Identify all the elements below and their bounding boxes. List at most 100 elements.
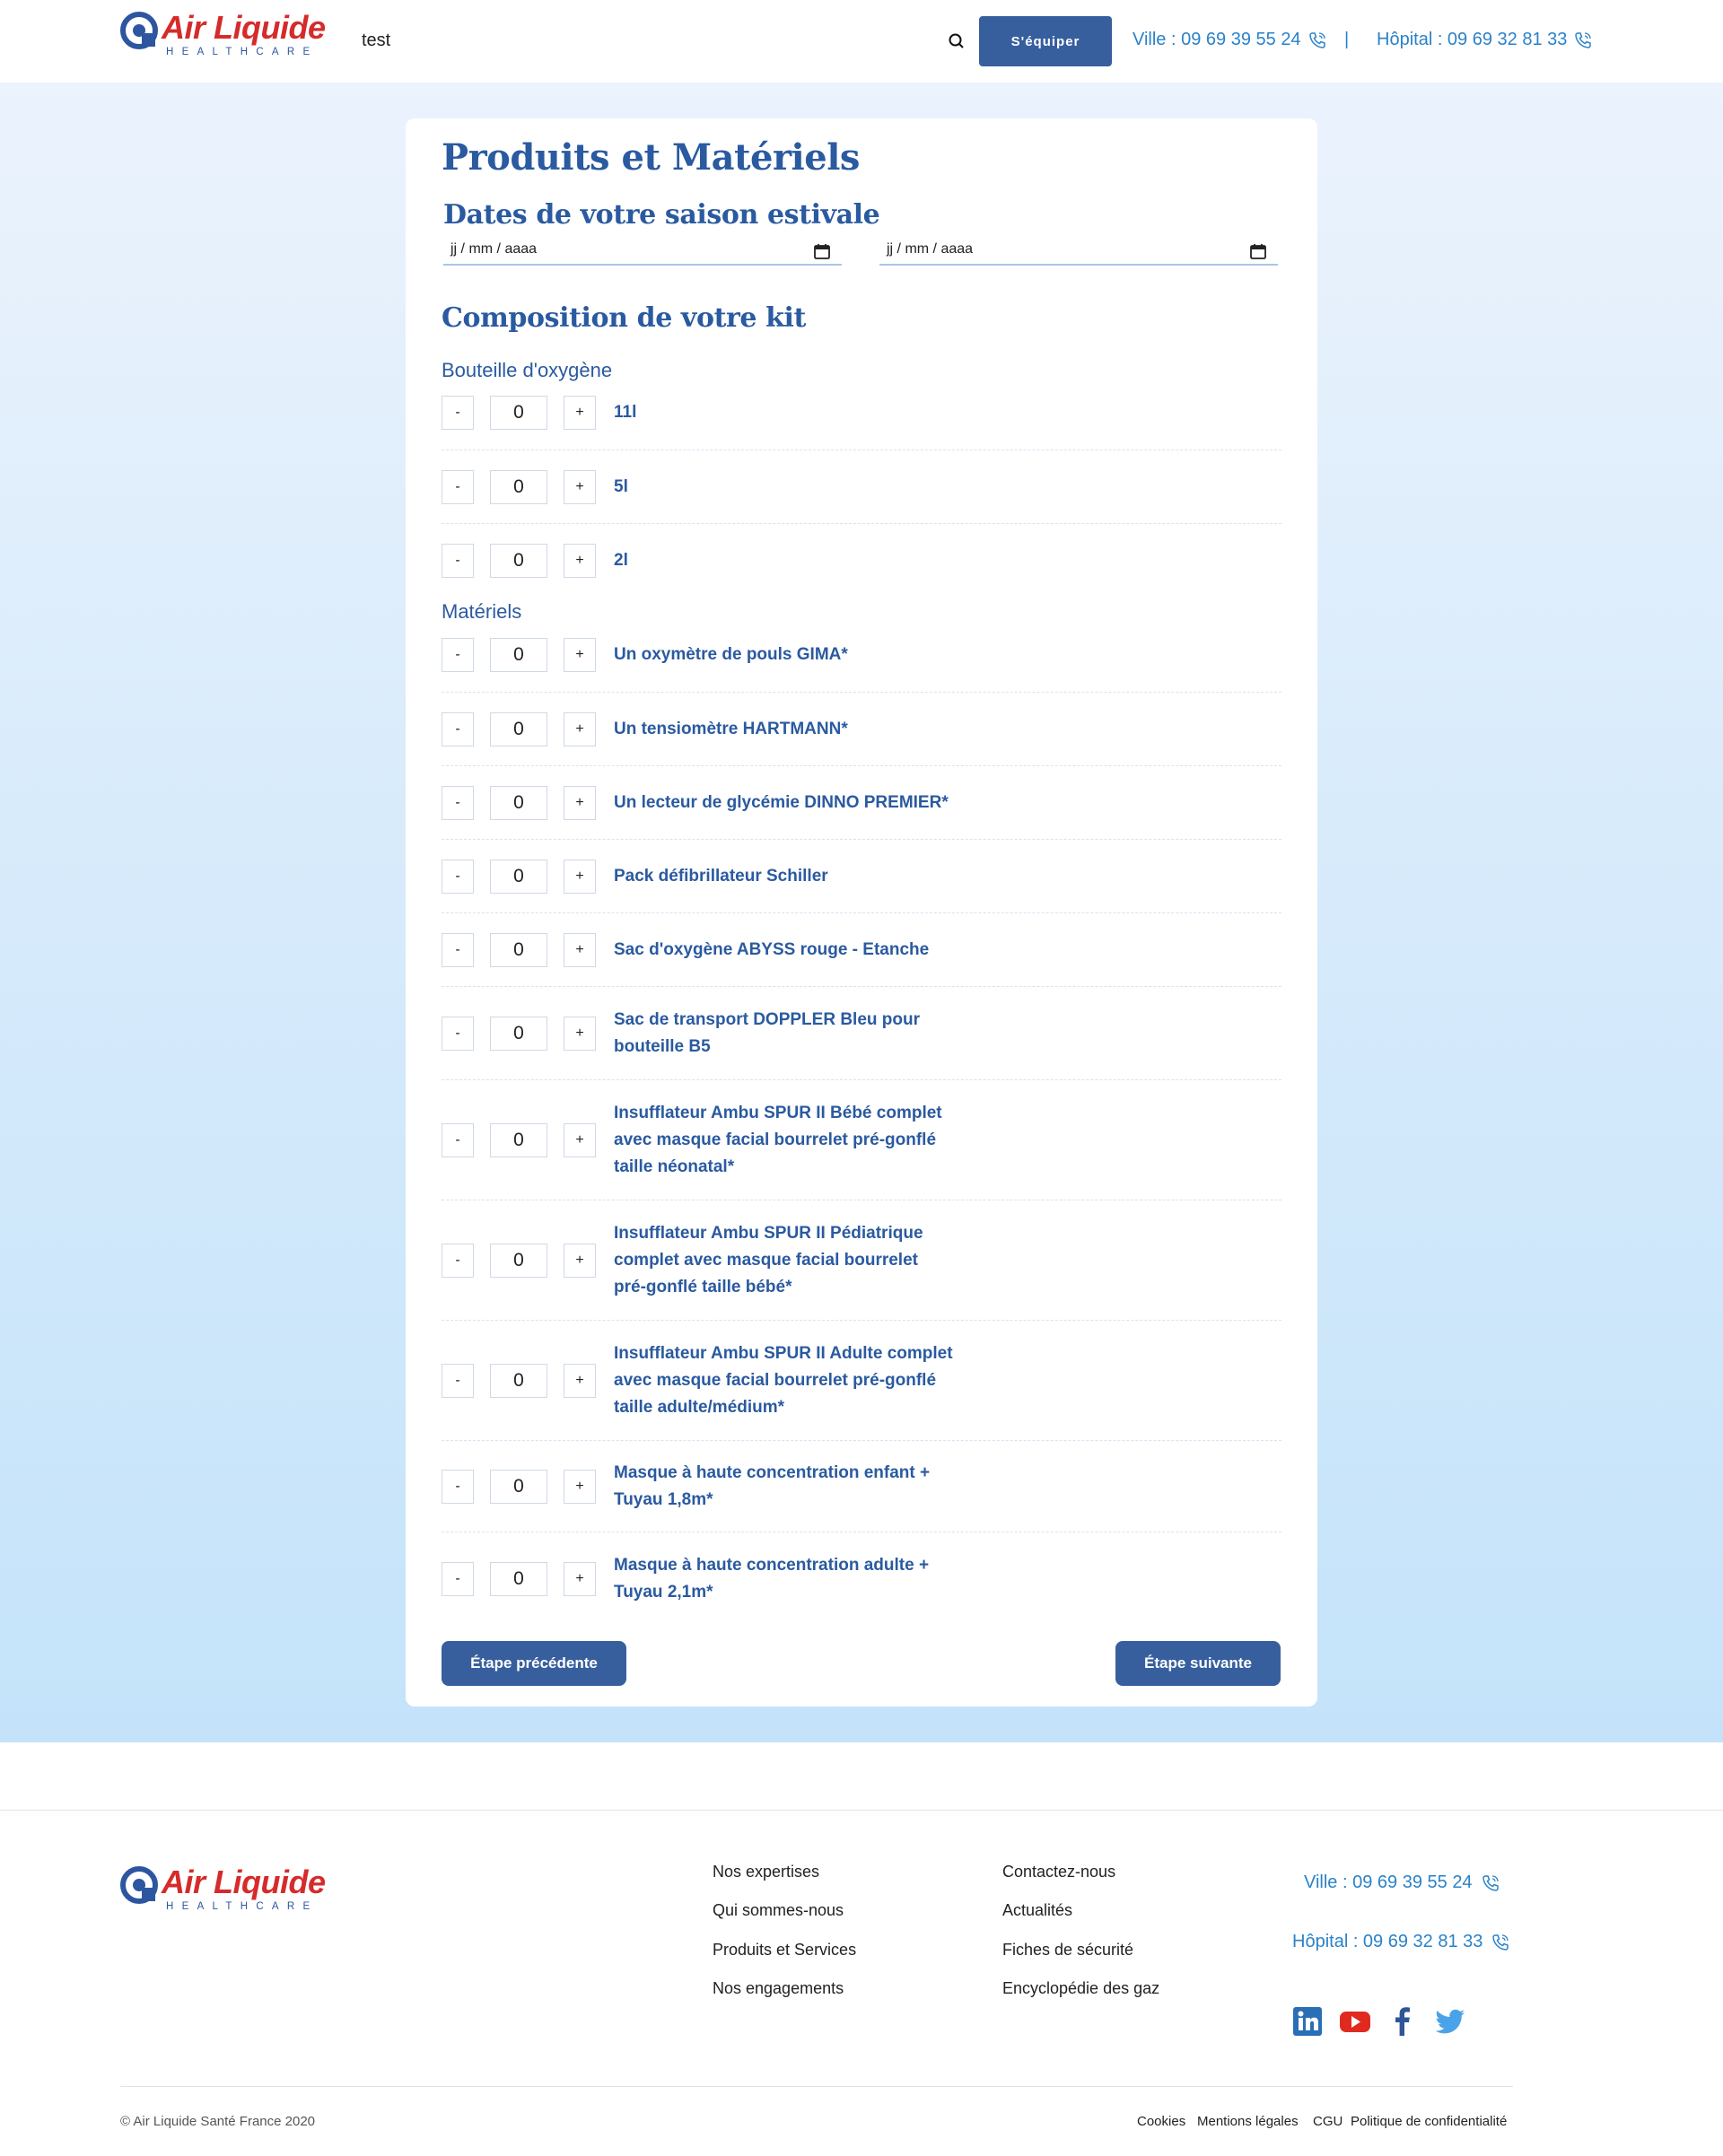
product-row: - 0 + 11l: [442, 375, 1281, 450]
product-label: Sac de transport DOPPLER Bleu pour boute…: [614, 1009, 920, 1056]
decrement-button[interactable]: -: [442, 711, 474, 746]
footer-phone-hopital[interactable]: Hôpital : 09 69 32 81 33: [1292, 1932, 1509, 1952]
next-step-button[interactable]: Étape suivante: [1115, 1641, 1281, 1686]
quantity-input[interactable]: 0: [490, 932, 547, 967]
page-title: Produits et Matériels: [442, 136, 860, 179]
product-label: Pack défibrillateur Schiller: [614, 866, 828, 886]
increment-button[interactable]: +: [564, 1469, 596, 1504]
quantity-input[interactable]: 0: [490, 711, 547, 746]
product-row: - 0 + Insufflateur Ambu SPUR II Pédiatri…: [442, 1200, 1281, 1321]
legal-link-cgu[interactable]: CGU: [1313, 2114, 1343, 2129]
equip-button[interactable]: S'équiper: [979, 16, 1112, 66]
phone-ville-text: Ville : 09 69 39 55 24: [1133, 30, 1301, 49]
product-label: 5l: [614, 476, 628, 496]
logo-subtitle: HEALTHCARE: [166, 47, 319, 57]
legal-link-mentions[interactable]: Mentions légales: [1197, 2114, 1299, 2129]
air-liquide-logo[interactable]: Air Liquide HEALTHCARE: [120, 12, 326, 57]
footer-phone-ville-text: Ville : 09 69 39 55 24: [1304, 1872, 1473, 1892]
quantity-input[interactable]: 0: [490, 1243, 547, 1278]
increment-button[interactable]: +: [564, 544, 596, 578]
increment-button[interactable]: +: [564, 1562, 596, 1596]
increment-button[interactable]: +: [564, 1363, 596, 1398]
increment-button[interactable]: +: [564, 785, 596, 820]
decrement-button[interactable]: -: [442, 1016, 474, 1051]
increment-button[interactable]: +: [564, 1243, 596, 1278]
increment-button[interactable]: +: [564, 1016, 596, 1051]
footer-link-news[interactable]: Actualités: [1002, 1901, 1072, 1920]
decrement-button[interactable]: -: [442, 544, 474, 578]
logo-subtitle: HEALTHCARE: [166, 1901, 319, 1912]
increment-button[interactable]: +: [564, 1122, 596, 1157]
twitter-icon[interactable]: [1434, 2005, 1466, 2038]
increment-button[interactable]: +: [564, 932, 596, 967]
phone-icon: [1482, 1874, 1499, 1891]
copyright-text: © Air Liquide Santé France 2020: [120, 2114, 316, 2129]
calendar-icon[interactable]: [1249, 242, 1267, 260]
quantity-input[interactable]: 0: [490, 1363, 547, 1398]
footer-phone-ville[interactable]: Ville : 09 69 39 55 24: [1304, 1872, 1500, 1893]
logo-name: Air Liquide: [162, 9, 326, 46]
footer-link-about[interactable]: Qui sommes-nous: [713, 1901, 844, 1920]
decrement-button[interactable]: -: [442, 469, 474, 504]
quantity-input[interactable]: 0: [490, 1122, 547, 1157]
product-row: - 0 + Masque à haute concentration enfan…: [442, 1441, 1281, 1532]
decrement-button[interactable]: -: [442, 1562, 474, 1596]
product-row: - 0 + 5l: [442, 450, 1281, 524]
increment-button[interactable]: +: [564, 469, 596, 504]
footer-logo[interactable]: Air Liquide HEALTHCARE: [120, 1866, 326, 1912]
quantity-input[interactable]: 0: [490, 469, 547, 504]
product-label: Insufflateur Ambu SPUR II Pédiatrique co…: [614, 1223, 923, 1296]
phone-hopital[interactable]: Hôpital : 09 69 32 81 33: [1377, 30, 1592, 50]
legal-link-privacy[interactable]: Politique de confidentialité: [1351, 2114, 1507, 2129]
facebook-icon[interactable]: [1386, 2005, 1419, 2038]
decrement-button[interactable]: -: [442, 1243, 474, 1278]
decrement-button[interactable]: -: [442, 1469, 474, 1504]
footer-link-contact[interactable]: Contactez-nous: [1002, 1863, 1115, 1881]
date-end-field[interactable]: jj / mm / aaaa: [879, 235, 1278, 266]
footer-divider: [0, 1810, 1723, 1811]
quantity-input[interactable]: 0: [490, 1016, 547, 1051]
increment-button[interactable]: +: [564, 859, 596, 894]
quantity-input[interactable]: 0: [490, 637, 547, 672]
decrement-button[interactable]: -: [442, 785, 474, 820]
footer-link-expertises[interactable]: Nos expertises: [713, 1863, 819, 1881]
product-label: 2l: [614, 551, 628, 570]
phone-ville[interactable]: Ville : 09 69 39 55 24: [1133, 30, 1326, 50]
quantity-input[interactable]: 0: [490, 859, 547, 894]
product-row: - 0 + Insufflateur Ambu SPUR II Bébé com…: [442, 1080, 1281, 1200]
footer-phone-hopital-text: Hôpital : 09 69 32 81 33: [1292, 1932, 1483, 1951]
date-start-field[interactable]: jj / mm / aaaa: [443, 235, 842, 266]
legal-link-cookies[interactable]: Cookies: [1137, 2114, 1185, 2129]
increment-button[interactable]: +: [564, 711, 596, 746]
product-label: Un tensiomètre HARTMANN*: [614, 719, 848, 738]
increment-button[interactable]: +: [564, 637, 596, 672]
decrement-button[interactable]: -: [442, 1122, 474, 1157]
date-start-placeholder: jj / mm / aaaa: [450, 241, 538, 257]
decrement-button[interactable]: -: [442, 1363, 474, 1398]
youtube-icon[interactable]: [1339, 2005, 1371, 2038]
footer-link-engagements[interactable]: Nos engagements: [713, 1979, 844, 1998]
phone-hopital-text: Hôpital : 09 69 32 81 33: [1377, 30, 1568, 49]
decrement-button[interactable]: -: [442, 637, 474, 672]
previous-step-button[interactable]: Étape précédente: [442, 1641, 626, 1686]
quantity-input[interactable]: 0: [490, 785, 547, 820]
decrement-button[interactable]: -: [442, 932, 474, 967]
form-card: Produits et Matériels Dates de votre sai…: [406, 118, 1317, 1706]
footer-link-gas-encyclopedia[interactable]: Encyclopédie des gaz: [1002, 1979, 1159, 1998]
increment-button[interactable]: +: [564, 395, 596, 430]
decrement-button[interactable]: -: [442, 395, 474, 430]
calendar-icon[interactable]: [813, 242, 831, 260]
quantity-input[interactable]: 0: [490, 544, 547, 578]
footer-bottom-divider: [120, 2086, 1513, 2087]
footer-link-safety-sheets[interactable]: Fiches de sécurité: [1002, 1941, 1133, 1960]
footer-link-products[interactable]: Produits et Services: [713, 1941, 856, 1960]
product-row: - 0 + Sac d'oxygène ABYSS rouge - Etanch…: [442, 913, 1281, 987]
product-row: - 0 + Insufflateur Ambu SPUR II Adulte c…: [442, 1321, 1281, 1441]
decrement-button[interactable]: -: [442, 859, 474, 894]
phone-icon: [1575, 31, 1592, 48]
quantity-input[interactable]: 0: [490, 1562, 547, 1596]
quantity-input[interactable]: 0: [490, 395, 547, 430]
linkedin-icon[interactable]: [1291, 2005, 1324, 2038]
quantity-input[interactable]: 0: [490, 1469, 547, 1504]
search-icon[interactable]: [948, 32, 966, 50]
